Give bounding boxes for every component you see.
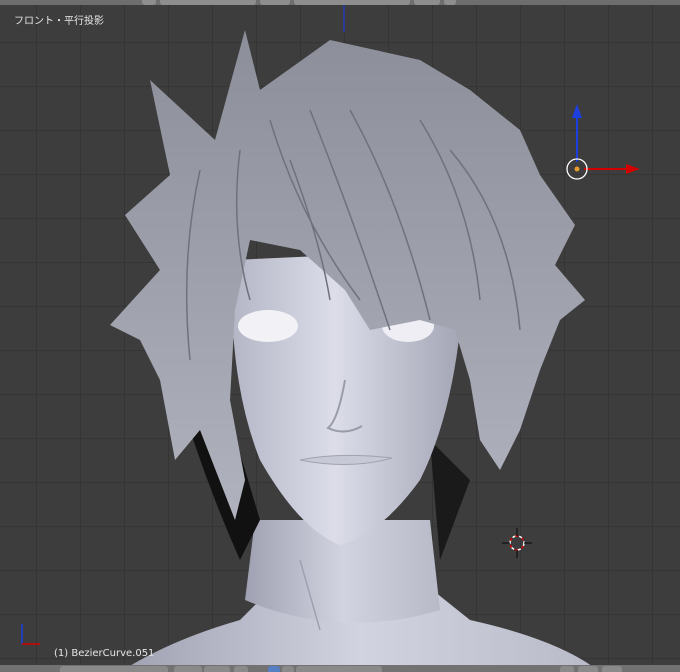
- view-name-label: フロント・平行投影: [14, 16, 104, 27]
- 3d-viewport[interactable]: フロント・平行投影 (1) BezierCurve.051: [0, 0, 680, 672]
- manipulator-icon[interactable]: [566, 104, 640, 180]
- character-model: [21, 5, 640, 672]
- camera-button[interactable]: [602, 666, 622, 672]
- snap-toggle[interactable]: [560, 666, 574, 672]
- 3d-cursor-icon[interactable]: [502, 528, 532, 558]
- axis-indicator-icon: [21, 624, 40, 645]
- active-object-label: (1) BezierCurve.051: [54, 648, 155, 659]
- rotate-toggle[interactable]: [282, 666, 294, 672]
- manipulator-toggle[interactable]: [234, 666, 248, 672]
- left-eye: [238, 310, 298, 342]
- hair-underside-right: [430, 440, 470, 560]
- shading-dropdown[interactable]: [174, 666, 202, 672]
- layers-widget[interactable]: [296, 666, 382, 672]
- translate-toggle[interactable]: [268, 666, 280, 672]
- render-button[interactable]: [578, 666, 598, 672]
- pivot-dropdown[interactable]: [204, 666, 230, 672]
- mode-dropdown[interactable]: [60, 666, 168, 672]
